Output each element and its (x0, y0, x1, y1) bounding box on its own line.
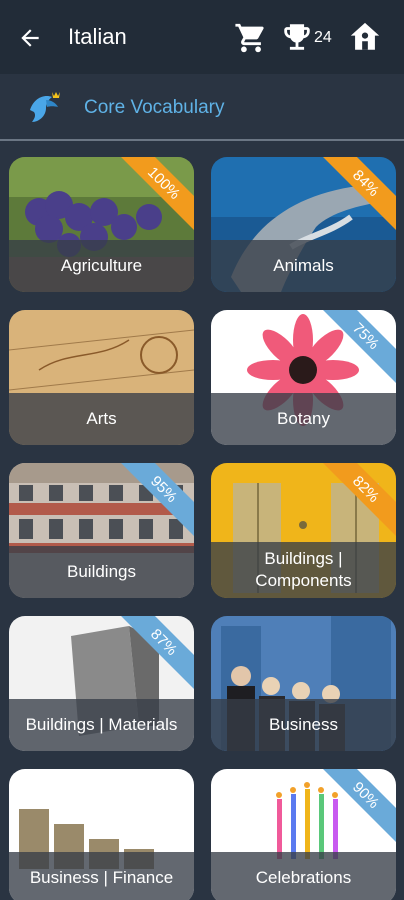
category-card-animals[interactable]: 84% Animals (211, 157, 396, 292)
category-card-arts[interactable]: Arts (9, 310, 194, 445)
cart-icon (235, 23, 264, 53)
category-label: Buildings | Components (211, 542, 396, 598)
page-title: Italian (68, 24, 127, 49)
home-button[interactable] (348, 20, 382, 54)
back-button[interactable] (14, 22, 46, 54)
category-card-business[interactable]: Business (211, 616, 396, 751)
cart-button[interactable] (234, 21, 268, 55)
category-label: Buildings (9, 546, 194, 598)
bird-logo-icon (30, 92, 60, 122)
category-card-buildings[interactable]: 95% Buildings (9, 463, 194, 598)
trophy-button[interactable] (280, 20, 314, 54)
category-label: Agriculture (9, 240, 194, 292)
back-arrow-icon (21, 29, 39, 47)
category-label: Arts (9, 393, 194, 445)
category-label: Celebrations (211, 852, 396, 900)
app-bar: Italian 24 (0, 0, 404, 74)
category-card-botany[interactable]: 75% Botany (211, 310, 396, 445)
category-card-business-finance[interactable]: Business | Finance (9, 769, 194, 900)
category-label: Buildings | Materials (9, 699, 194, 751)
category-label: Business (211, 699, 396, 751)
category-card-agriculture[interactable]: 100% Agriculture (9, 157, 194, 292)
trophy-icon (284, 24, 310, 50)
trophy-count: 24 (314, 29, 332, 46)
category-label: Animals (211, 240, 396, 292)
home-icon (350, 22, 380, 50)
category-grid: 100% Agriculture 84% Animals Arts 75% Bo… (0, 141, 404, 900)
category-label: Business | Finance (9, 852, 194, 900)
section-title: Core Vocabulary (84, 97, 225, 118)
category-card-buildings-components[interactable]: 82% Buildings | Components (211, 463, 396, 598)
category-card-buildings-materials[interactable]: 87% Buildings | Materials (9, 616, 194, 751)
category-card-celebrations[interactable]: 90% Celebrations (211, 769, 396, 900)
category-label: Botany (211, 393, 396, 445)
